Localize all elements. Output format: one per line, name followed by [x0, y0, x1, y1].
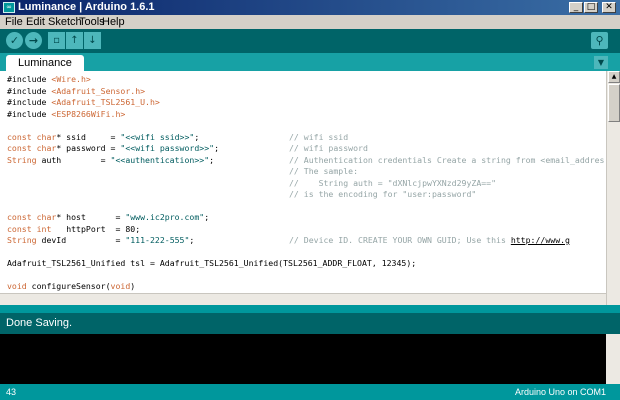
arduino-infinity-icon: ∞: [3, 2, 15, 13]
code-comment: // wifi password: [289, 143, 368, 153]
code-line: #include <ESP8266WiFi.h>: [7, 108, 126, 119]
code-editor[interactable]: #include <Wire.h> #include <Adafruit_Sens…: [0, 71, 620, 305]
code-line: Adafruit_TSL2561_Unified tsl = Adafruit_…: [7, 258, 417, 268]
line-number: 43: [6, 387, 17, 397]
verify-button[interactable]: ✓: [6, 32, 23, 49]
code-line: const int httpPort = 80;: [7, 223, 141, 234]
status-bar: Done Saving.: [0, 313, 620, 334]
code-line: void configureSensor(void): [7, 281, 136, 291]
window-title: Luminance | Arduino 1.6.1: [18, 1, 155, 13]
code-line: #include <Adafruit_Sensor.h>: [7, 85, 146, 96]
console-scrollbar[interactable]: [606, 334, 620, 384]
menu-tools[interactable]: Tools: [79, 16, 105, 28]
minimize-button[interactable]: _: [569, 2, 583, 13]
title-bar: ∞ Luminance | Arduino 1.6.1 _ □ ✕: [0, 0, 620, 15]
upload-button[interactable]: →: [25, 32, 42, 49]
maximize-button[interactable]: □: [584, 2, 598, 13]
open-icon: ↑: [70, 35, 79, 46]
code-comment: // Authentication credentials Create a s…: [289, 154, 605, 165]
new-button[interactable]: ▫: [48, 32, 65, 49]
code-line: #include <Adafruit_TSL2561_U.h>: [7, 97, 160, 107]
tab-luminance[interactable]: Luminance: [6, 55, 84, 71]
horizontal-scrollbar[interactable]: [0, 293, 606, 305]
save-button[interactable]: ↓: [84, 32, 101, 49]
code-comment: // is the encoding for "user:password": [289, 189, 477, 199]
close-button[interactable]: ✕: [602, 2, 616, 13]
menu-bar: File Edit Sketch Tools Help: [0, 15, 620, 29]
menu-file[interactable]: File: [5, 16, 23, 28]
verify-icon: ✓: [9, 34, 20, 47]
code-line: // String auth = "dXNlcjpwYXNzd29yZA==": [7, 178, 605, 190]
code-comment: // String auth = "dXNlcjpwYXNzd29yZA==": [289, 177, 497, 188]
scroll-up-icon[interactable]: ▲: [608, 71, 620, 83]
guid-link[interactable]: http://www.g: [511, 235, 570, 245]
open-button[interactable]: ↑: [66, 32, 83, 49]
serial-monitor-icon: ⚲: [595, 34, 604, 47]
code-area[interactable]: #include <Wire.h> #include <Adafruit_Sens…: [7, 74, 605, 302]
upload-icon: →: [28, 34, 39, 47]
console-output[interactable]: [0, 334, 620, 384]
code-line: // is the encoding for "user:password": [7, 189, 605, 201]
code-line: const char* ssid = "<<wifi ssid>>";// wi…: [7, 131, 349, 142]
code-line: #include <Wire.h>: [7, 74, 91, 84]
editor-console-divider[interactable]: [0, 305, 620, 313]
tab-bar: Luminance ▼: [0, 53, 620, 71]
vertical-scrollbar[interactable]: ▲: [606, 71, 620, 305]
serial-monitor-button[interactable]: ⚲: [591, 32, 608, 49]
code-comment: // The sample:: [289, 166, 359, 176]
code-line: String auth = "<<authentication>>";// Au…: [7, 155, 605, 167]
save-icon: ↓: [88, 35, 97, 46]
menu-sketch[interactable]: Sketch: [48, 16, 82, 28]
toolbar: ✓ → ▫ ↑ ↓ ⚲: [0, 29, 620, 53]
code-line: const char* host = "www.ic2pro.com";: [7, 212, 210, 222]
menu-edit[interactable]: Edit: [26, 16, 45, 28]
menu-help[interactable]: Help: [102, 16, 125, 28]
status-message: Done Saving.: [6, 317, 73, 329]
code-line: // The sample:: [7, 166, 605, 178]
code-comment: // wifi ssid: [289, 131, 349, 142]
code-line: String devId = "111-222-555";// Device I…: [7, 235, 570, 245]
chevron-down-icon: ▼: [597, 58, 605, 67]
code-comment: // Device ID. CREATE YOUR OWN GUID; Use …: [289, 235, 570, 245]
code-line: const char* password = "<<wifi password>…: [7, 143, 368, 153]
tab-menu-button[interactable]: ▼: [594, 56, 608, 69]
footer-bar: 43 Arduino Uno on COM1: [0, 384, 620, 400]
board-port: Arduino Uno on COM1: [514, 387, 606, 397]
scroll-thumb[interactable]: [608, 84, 620, 122]
new-icon: ▫: [53, 35, 60, 46]
